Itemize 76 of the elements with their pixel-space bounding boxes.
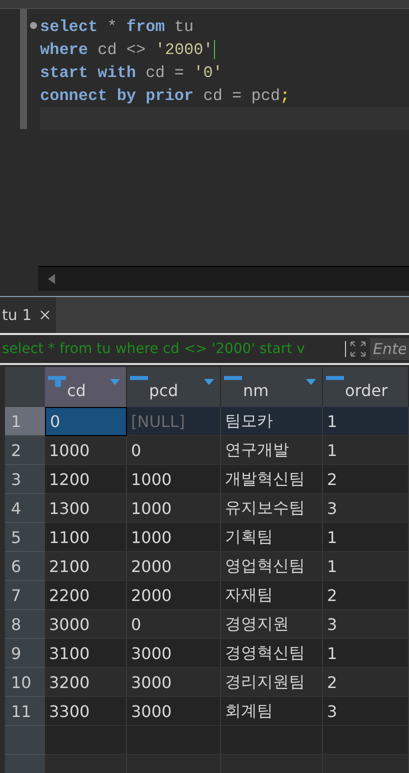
fold-icon[interactable] [30,22,37,29]
dropdown-arrow-icon[interactable] [306,379,316,385]
table-cell[interactable]: 3000 [45,610,127,639]
table-cell[interactable]: 3 [323,697,409,726]
row-number[interactable]: 10 [5,668,45,697]
table-cell[interactable]: 2000 [127,552,221,581]
horizontal-scrollbar[interactable] [38,266,409,291]
column-header[interactable]: pcd [127,367,221,407]
row-number[interactable]: 8 [5,610,45,639]
text-cursor [214,40,215,59]
table-cell[interactable]: 자재팀 [221,581,323,610]
table-cell[interactable]: 기획팀 [221,523,323,552]
row-number[interactable]: 2 [5,436,45,465]
table-cell[interactable]: 경영혁신팀 [221,639,323,668]
row-number[interactable]: 4 [5,494,45,523]
table-cell[interactable]: 3000 [127,697,221,726]
dropdown-arrow-icon[interactable] [204,379,214,385]
table-cell[interactable]: 1 [323,639,409,668]
table-cell[interactable]: 1000 [127,523,221,552]
table-cell[interactable]: 연구개발 [221,436,323,465]
table-cell[interactable]: 회계팀 [221,697,323,726]
table-cell[interactable]: 0 [45,407,127,436]
close-icon[interactable] [40,310,50,320]
table-cell[interactable]: 3000 [127,668,221,697]
table-cell[interactable]: 2100 [45,552,127,581]
row-number[interactable]: 3 [5,465,45,494]
table-cell[interactable]: 1 [323,523,409,552]
row-number[interactable]: 6 [5,552,45,581]
column-header[interactable]: nm [221,367,323,407]
scroll-left-icon[interactable] [48,274,56,284]
code-line: where cd <> '2000' [40,40,213,58]
text-type-icon [130,376,148,380]
table-cell[interactable]: 3200 [45,668,127,697]
text-type-icon [326,376,344,380]
table-cell[interactable]: 0 [127,436,221,465]
table-cell[interactable]: 1000 [127,465,221,494]
table-cell[interactable]: 영업혁신팀 [221,552,323,581]
column-header[interactable]: order [323,367,409,407]
table-cell[interactable]: 유지보수팀 [221,494,323,523]
row-number[interactable]: 5 [5,523,45,552]
table-cell[interactable]: 1 [323,407,409,436]
code-line: select * from tu [40,18,194,36]
table-cell[interactable]: 1 [323,552,409,581]
table-cell[interactable]: 2 [323,668,409,697]
result-tab[interactable]: tu 1 [0,297,56,333]
key-column-type-icon [48,376,66,387]
table-cell[interactable]: 3100 [45,639,127,668]
code-line: start with cd = '0' [40,64,222,82]
table-cell[interactable]: 3300 [45,697,127,726]
table-cell[interactable]: 경영지원 [221,610,323,639]
table-cell[interactable]: 1200 [45,465,127,494]
table-cell[interactable]: 1000 [127,494,221,523]
code-line: connect by prior cd = pcd; [40,86,290,104]
table-cell[interactable]: 3 [323,494,409,523]
table-cell[interactable]: 2200 [45,581,127,610]
table-cell[interactable]: 1 [323,436,409,465]
expand-icon[interactable] [350,341,366,357]
table-cell[interactable]: 0 [127,610,221,639]
dropdown-arrow-icon[interactable] [110,379,120,385]
table-cell[interactable]: 2 [323,465,409,494]
row-number[interactable]: 11 [5,697,45,726]
row-number[interactable]: 7 [5,581,45,610]
table-cell[interactable]: 2000 [127,581,221,610]
row-number[interactable]: 9 [5,639,45,668]
column-header[interactable]: cd [45,367,127,407]
table-cell[interactable]: 3 [323,610,409,639]
table-cell[interactable]: 경리지원팀 [221,668,323,697]
text-type-icon [224,376,242,380]
table-cell[interactable]: 2 [323,581,409,610]
table-cell[interactable]: 1100 [45,523,127,552]
table-cell[interactable]: 1000 [45,436,127,465]
table-cell[interactable]: 개발혁신팀 [221,465,323,494]
table-cell[interactable]: 3000 [127,639,221,668]
table-cell[interactable]: 1300 [45,494,127,523]
table-cell[interactable]: 팀모카 [221,407,323,436]
grid-corner [5,367,45,407]
